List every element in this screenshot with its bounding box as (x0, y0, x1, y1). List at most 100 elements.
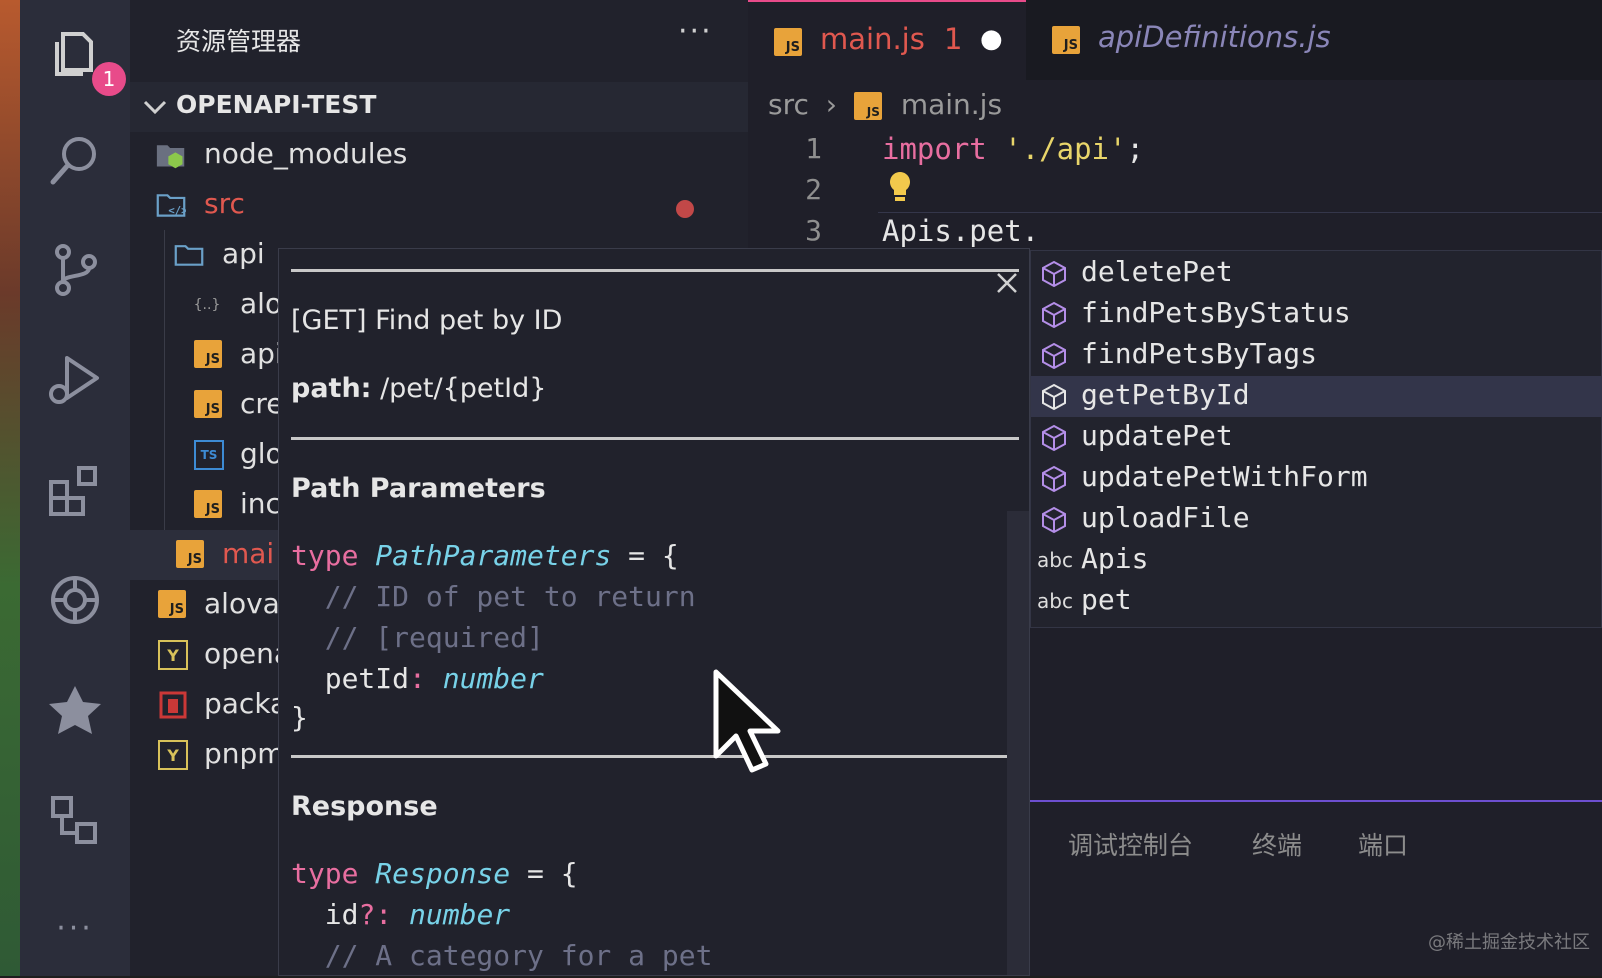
explorer-badge: 1 (92, 62, 126, 96)
text-abc-icon: abc (1037, 589, 1073, 613)
method-cube-icon (1042, 342, 1066, 370)
endpoint-title: [GET] Find pet by ID (291, 305, 563, 336)
panel-tab-ports[interactable]: 端口 (1358, 826, 1408, 862)
code-punctuation: ; (1126, 132, 1144, 166)
suggestion-list: deletePet findPetsByStatus findPetsByTag… (1030, 250, 1602, 628)
tree-item-src[interactable]: </> src (130, 180, 748, 230)
panel-tab-terminal[interactable]: 终端 (1252, 826, 1302, 862)
folder-icon (174, 240, 204, 270)
breadcrumb-file[interactable]: main.js (901, 88, 1002, 121)
modified-dot-indicator (676, 200, 694, 218)
suggestion-label: Apis (1081, 542, 1149, 575)
tab-label: main.js (820, 22, 925, 56)
breadcrumb: src › JS main.js (768, 88, 1002, 121)
tree-item-label: alo (240, 287, 283, 320)
code-line: petId: number (291, 662, 544, 695)
code-type-name: Response (375, 857, 511, 890)
code-keyword: type (291, 539, 359, 572)
json-braces-icon: {..} (193, 297, 221, 313)
breadcrumb-separator: › (825, 88, 837, 121)
suggestion-item-selected[interactable]: getPetById (1031, 376, 1602, 417)
alova-icon (49, 686, 101, 734)
suggestion-item[interactable]: findPetsByTags (1031, 335, 1602, 376)
code-comment: // ID of pet to return (291, 580, 696, 613)
src-folder-icon: </> (156, 190, 186, 220)
ts-file-icon: TS (194, 440, 224, 470)
tree-item-node-modules[interactable]: node_modules (130, 130, 748, 180)
tree-item-label: cre (240, 387, 284, 420)
code-type: number (442, 662, 544, 695)
search-button[interactable] (20, 110, 130, 210)
sidebar-title: 资源管理器 (176, 27, 302, 56)
js-file-icon: JS (1052, 26, 1080, 54)
code-punctuation: } (291, 701, 308, 734)
tab-main-js[interactable]: JS main.js 1 ● (748, 0, 1026, 80)
tree-item-label: packa (204, 687, 288, 720)
remote-explorer-icon (51, 796, 97, 844)
extensions-icon (49, 466, 97, 516)
js-file-icon: JS (158, 590, 186, 618)
remote-explorer-button[interactable] (20, 770, 130, 870)
method-cube-icon (1042, 465, 1066, 493)
endpoint-path: path: /pet/{petId} (291, 373, 546, 404)
extensions-button[interactable] (20, 440, 130, 540)
mouse-pointer-icon (713, 669, 781, 773)
suggestion-item[interactable]: deletePet (1031, 253, 1602, 294)
unsaved-dot-icon[interactable]: ● (980, 24, 1003, 54)
suggestion-item[interactable]: abc pet (1031, 581, 1602, 622)
tree-item-label: node_modules (204, 137, 408, 170)
npm-file-icon (158, 690, 188, 720)
lightbulb-icon[interactable] (886, 170, 914, 204)
scrollbar[interactable] (1007, 511, 1029, 975)
section-heading: Path Parameters (291, 473, 546, 504)
panel-border (1030, 800, 1602, 802)
line-number: 2 (805, 173, 822, 206)
code-line-1[interactable]: import './api'; (882, 132, 1144, 166)
tree-item-label: src (204, 187, 245, 220)
close-icon[interactable] (995, 271, 1019, 295)
code-line: type PathParameters = { (291, 539, 679, 572)
suggestion-label: deletePet (1081, 255, 1233, 288)
search-icon (50, 137, 96, 185)
line-number: 3 (805, 214, 822, 247)
panel-tab-debug-console[interactable]: 调试控制台 (1068, 826, 1193, 862)
suggestion-label: pet (1081, 583, 1132, 616)
run-debug-button[interactable] (20, 330, 130, 430)
code-field: id (291, 898, 359, 931)
explorer-button[interactable]: 1 (20, 4, 130, 104)
tree-item-label: api (240, 337, 283, 370)
suggestion-item[interactable]: updatePet (1031, 417, 1602, 458)
suggestion-item[interactable]: findPetsByStatus (1031, 294, 1602, 335)
alova-button[interactable] (20, 660, 130, 760)
suggestion-label: findPetsByStatus (1081, 296, 1351, 329)
path-value: /pet/{petId} (371, 373, 547, 404)
suggestion-item[interactable]: uploadFile (1031, 499, 1602, 540)
breadcrumb-folder[interactable]: src (768, 88, 809, 121)
code-punctuation: = { (611, 539, 679, 572)
code-comment: // [required] (291, 621, 544, 654)
tree-item-label: api (222, 237, 265, 270)
tree-item-label: inc (240, 487, 281, 520)
suggestion-item[interactable]: updatePetWithForm (1031, 458, 1602, 499)
tab-api-definitions-js[interactable]: JS apiDefinitions.js (1026, 0, 1386, 80)
suggestion-label: uploadFile (1081, 501, 1250, 534)
method-cube-icon (1042, 506, 1066, 534)
sidebar-more-button[interactable]: ··· (678, 14, 713, 49)
divider (291, 755, 1019, 758)
suggestion-item[interactable]: abc Apis (1031, 540, 1602, 581)
source-control-button[interactable] (20, 220, 130, 320)
suggestion-label: updatePet (1081, 419, 1233, 452)
tree-item-label: glo (240, 437, 283, 470)
more-views-button[interactable]: ··· (20, 878, 130, 978)
method-cube-icon (1042, 301, 1066, 329)
tab-label: apiDefinitions.js (1098, 20, 1331, 54)
code-punctuation: = { (510, 857, 578, 890)
section-heading: Response (291, 791, 438, 822)
code-keyword: type (291, 857, 359, 890)
path-label: path: (291, 373, 372, 404)
code-line-3[interactable]: Apis.pet. (882, 214, 1039, 248)
js-file-icon: JS (853, 92, 882, 120)
method-cube-icon (1042, 424, 1066, 452)
openai-icon (51, 576, 99, 624)
chatgpt-button[interactable] (20, 550, 130, 650)
